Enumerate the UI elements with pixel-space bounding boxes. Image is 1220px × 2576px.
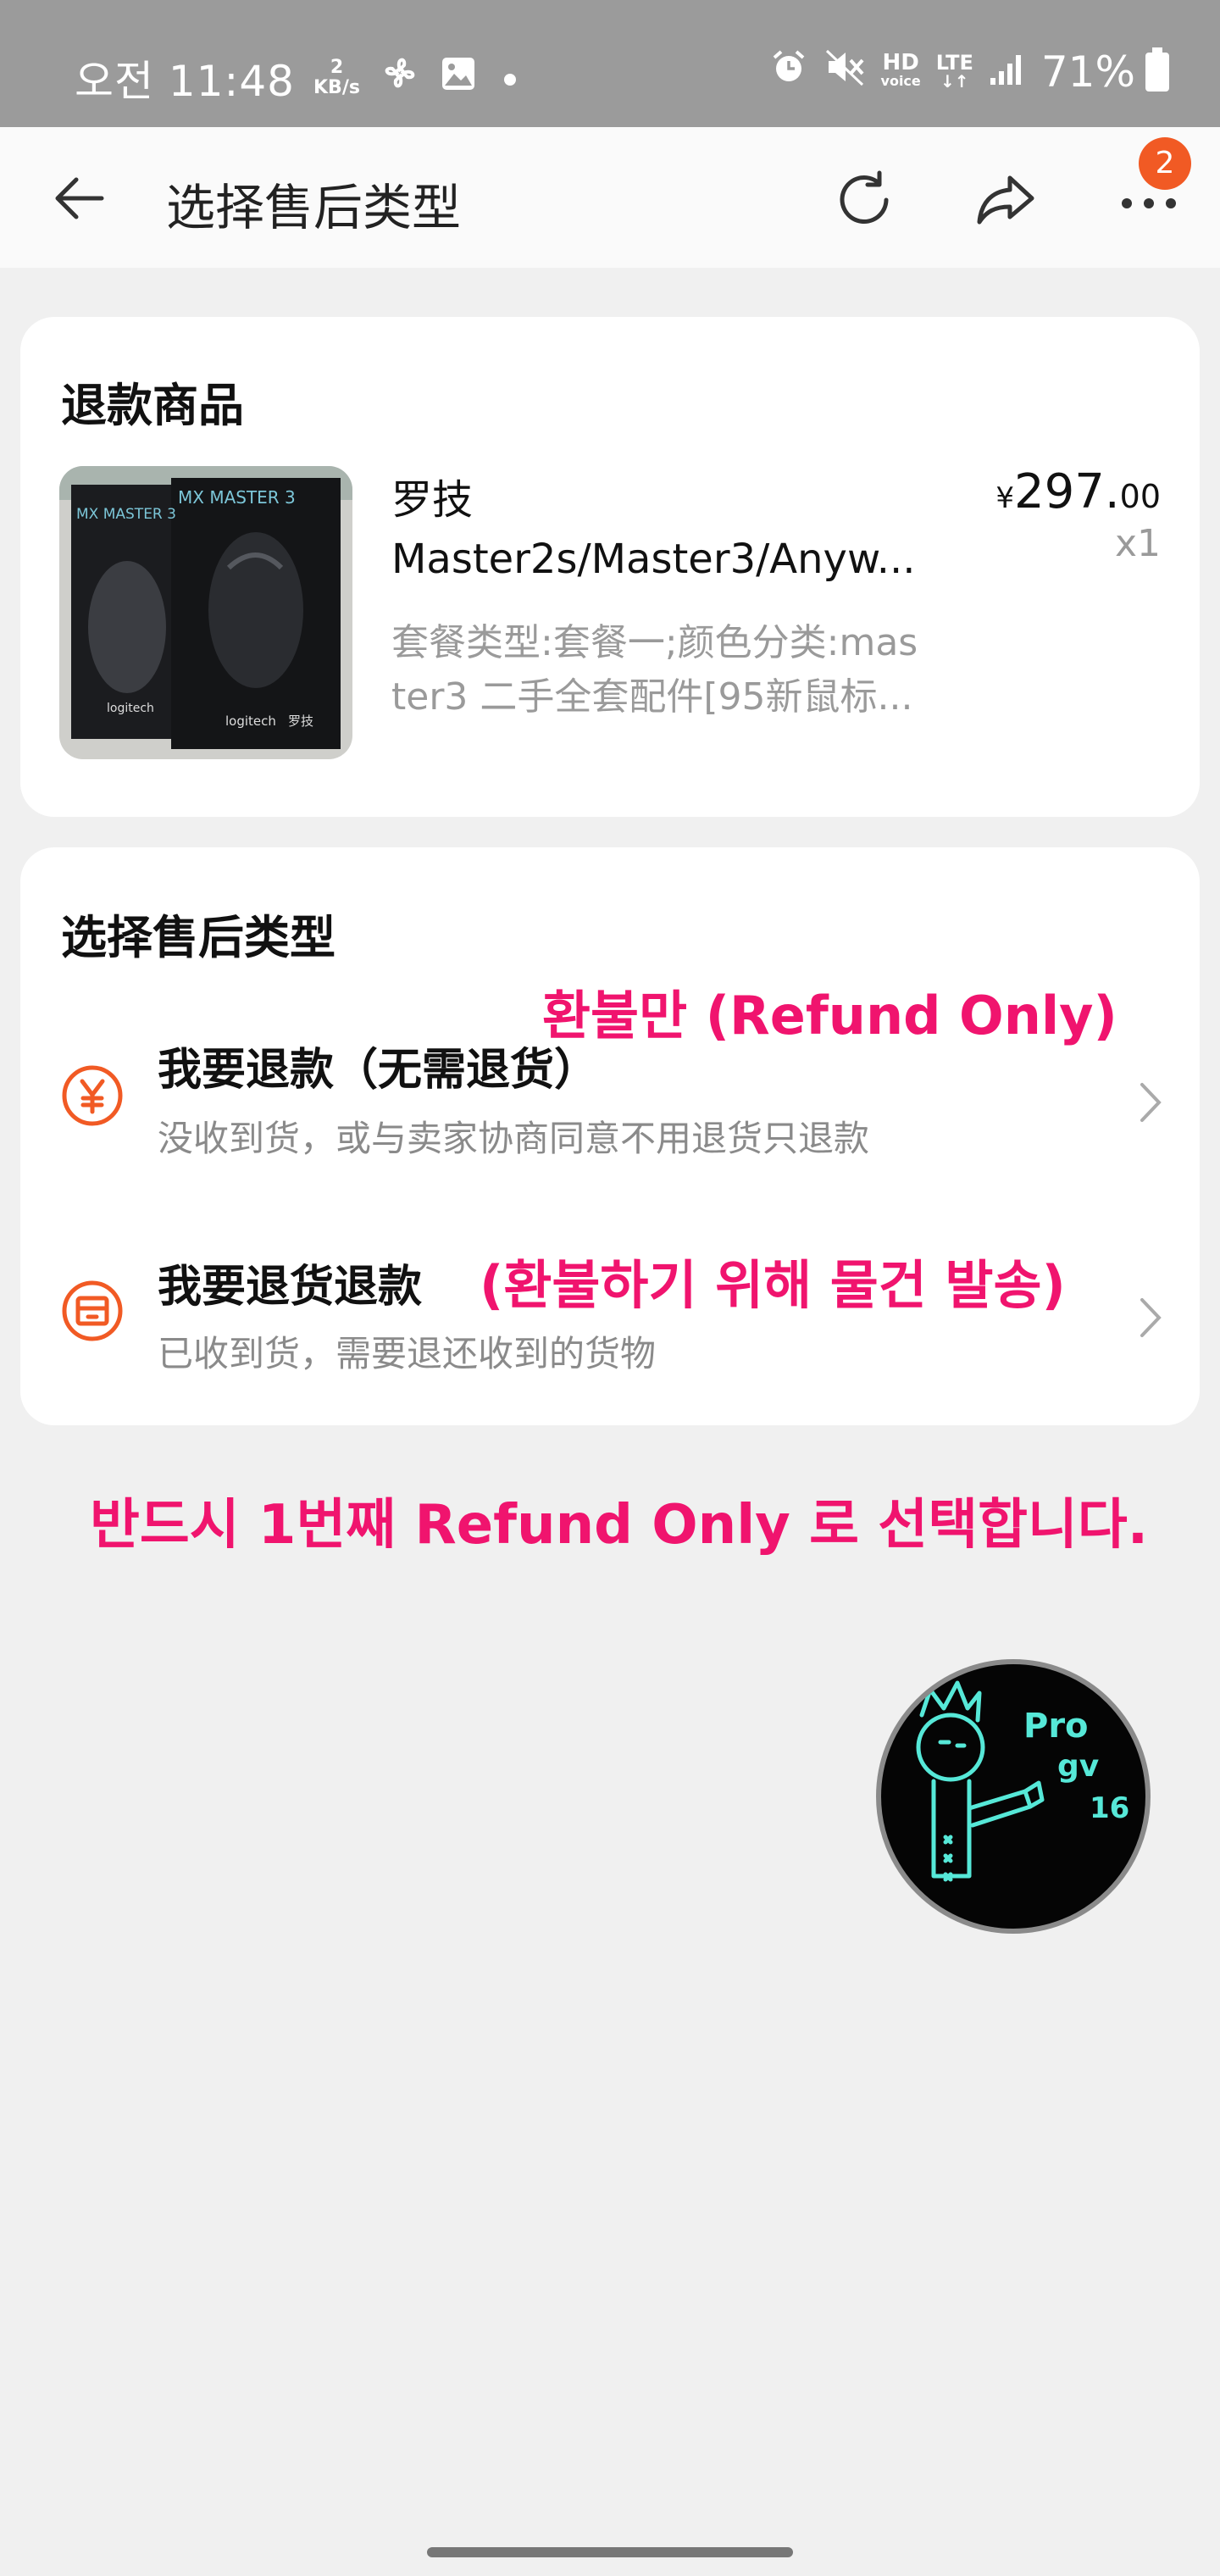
refund-goods-heading: 退款商品 <box>61 379 244 432</box>
annotation-refund-only: 환불만 (Refund Only) <box>542 985 1117 1046</box>
signal-icon <box>989 47 1026 97</box>
product-price: ¥297.00 <box>995 464 1161 519</box>
battery-icon <box>1145 47 1169 92</box>
battery-percent: 71% <box>1040 47 1135 97</box>
product-spec-line1: 套餐类型:套餐一;颜色分类:mas <box>391 621 918 664</box>
aftersale-type-heading: 选择售后类型 <box>61 911 336 964</box>
status-bar: 오전 11:48 2 KB/s HD voice LTE ↓↑ 71% <box>0 0 1220 127</box>
app-header: 选择售后类型 <box>0 127 1220 268</box>
chevron-right-icon <box>1140 1083 1162 1122</box>
box-label-right: MX MASTER 3 <box>178 487 296 508</box>
product-name-line2: Master2s/Master3/Anyw... <box>391 536 916 583</box>
status-time: 오전 11:48 <box>75 57 295 106</box>
aftersale-type-card: 选择售后类型 我要退款（无需退货） 没收到货，或与卖家协商同意不用退货只退款 我… <box>20 847 1200 1425</box>
lte-indicator: LTE ↓↑ <box>936 53 973 91</box>
network-speed-value: 2 <box>330 57 344 78</box>
box-brand-left: logitech <box>107 702 154 715</box>
share-button[interactable] <box>973 166 1040 234</box>
option-return-refund-title: 我要退货退款 <box>158 1262 423 1313</box>
option-return-refund-desc: 已收到货，需要退还收到的货物 <box>158 1333 657 1374</box>
product-image[interactable]: MX MASTER 3 MX MASTER 3 logitech logitec… <box>59 466 352 759</box>
status-right: HD voice LTE ↓↑ 71% <box>754 47 1169 97</box>
dot-icon <box>497 53 523 103</box>
price-decimal: 00 <box>1119 478 1161 515</box>
product-spec-line2: ter3 二手全套配件[95新鼠标... <box>391 675 913 719</box>
price-currency: ¥ <box>995 481 1014 515</box>
status-left: 오전 11:48 2 KB/s <box>75 47 523 108</box>
chevron-right-icon <box>1140 1298 1162 1337</box>
refresh-button[interactable] <box>830 166 898 234</box>
annotation-return-refund: (환불하기 위해 물건 발송) <box>480 1254 1066 1316</box>
option-refund-only-desc: 没收到货，或与卖家协商同意不用退货只退款 <box>158 1118 870 1159</box>
back-arrow-icon <box>55 177 104 219</box>
voice-label: voice <box>880 73 921 89</box>
alarm-icon <box>769 47 808 97</box>
watermark-avatar: Pro gv 16 <box>876 1659 1151 1934</box>
product-quantity: x1 <box>1114 522 1161 565</box>
refresh-icon <box>840 170 889 224</box>
network-speed-unit: KB/s <box>313 77 360 98</box>
watermark-text-line2: gv <box>1057 1749 1100 1784</box>
home-indicator[interactable] <box>427 2547 793 2557</box>
gallery-icon <box>440 53 477 103</box>
hd-label: HD <box>882 50 919 75</box>
network-speed: 2 KB/s <box>313 58 360 98</box>
box-brand-cn: 罗技 <box>288 713 313 729</box>
product-photo-icon: MX MASTER 3 MX MASTER 3 logitech logitec… <box>59 466 352 759</box>
lte-label: LTE <box>935 51 973 75</box>
back-button[interactable] <box>51 173 110 224</box>
box-label-left: MX MASTER 3 <box>76 506 176 523</box>
return-box-icon <box>62 1280 123 1341</box>
page-title: 选择售后类型 <box>166 179 462 236</box>
annotation-instruction: 반드시 1번째 Refund Only 로 선택합니다. <box>90 1494 1149 1557</box>
lte-arrows-icon: ↓↑ <box>940 71 969 92</box>
product-name-line1: 罗技 <box>391 476 474 524</box>
price-integer: 297. <box>1013 464 1120 519</box>
watermark-text-line1: Pro <box>1023 1707 1089 1746</box>
watermark-text-line3: 16 <box>1090 1791 1130 1825</box>
yuan-circle-icon <box>62 1065 123 1126</box>
notification-badge: 2 <box>1139 137 1191 190</box>
hd-voice-indicator: HD voice <box>880 50 921 91</box>
box-brand-right: logitech <box>225 713 276 729</box>
mute-icon <box>824 47 866 97</box>
fan-icon <box>380 53 419 103</box>
share-icon <box>977 175 1034 225</box>
refund-goods-card: 退款商品 MX MASTER 3 MX MASTER 3 logitech lo… <box>20 317 1200 817</box>
option-refund-only-title: 我要退款（无需退货） <box>158 1045 599 1096</box>
